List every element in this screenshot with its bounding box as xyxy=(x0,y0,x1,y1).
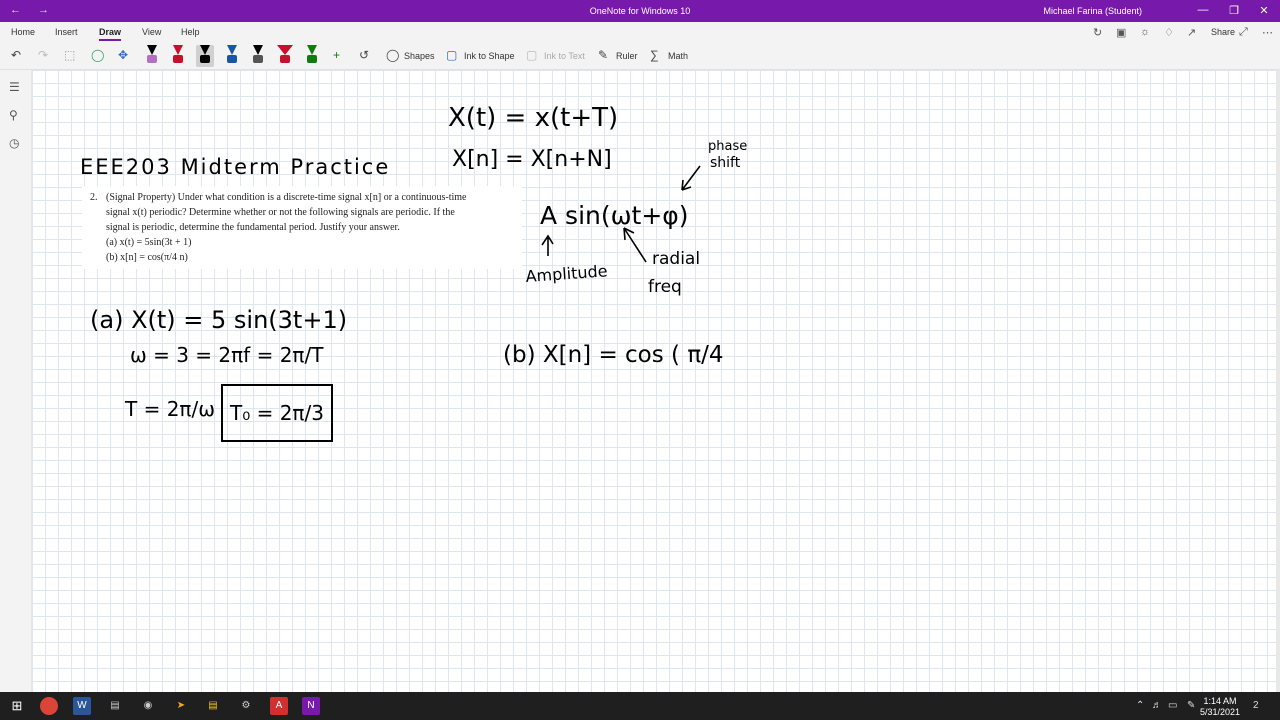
pencil-icon[interactable] xyxy=(251,45,265,67)
user-name[interactable]: Michael Farina (Student) xyxy=(1043,6,1142,16)
tab-insert[interactable]: Insert xyxy=(55,27,78,37)
draw-toolbar: ↶ ↷ ⬚ ◯ ✥ + ↺ ◯ Shapes ▢ Ink to Shape ▢ … xyxy=(0,42,1280,70)
highlighter-pen-icon[interactable] xyxy=(145,45,159,67)
search-icon[interactable]: ⚲ xyxy=(9,108,18,122)
redo-icon[interactable]: ↷ xyxy=(38,48,48,62)
tab-draw[interactable]: Draw xyxy=(99,27,122,41)
more-icon[interactable]: ⋯ xyxy=(1262,26,1273,39)
lightbulb-icon[interactable]: ☼ xyxy=(1140,26,1150,38)
ink-to-shape-icon[interactable]: ▢ xyxy=(446,48,457,62)
problem-part-a: (a) x(t) = 5sin(3t + 1) xyxy=(106,237,192,248)
pen-tray-icon[interactable]: ✎ xyxy=(1187,700,1195,711)
lasso-select-icon[interactable]: ⬚ xyxy=(64,48,75,62)
green-pen-icon[interactable] xyxy=(305,45,319,67)
add-space-icon[interactable]: ✥ xyxy=(118,48,128,62)
onenote-icon[interactable]: N xyxy=(302,697,320,715)
problem-part-b: (b) x[n] = cos(π/4 n) xyxy=(106,252,188,263)
notebooks-icon[interactable]: ☰ xyxy=(9,80,20,94)
app-icon[interactable]: ◉ xyxy=(139,697,157,715)
notepad-icon[interactable]: ▤ xyxy=(106,697,124,715)
share-icon[interactable]: ↗ xyxy=(1187,26,1196,39)
blue-pen-icon[interactable] xyxy=(225,45,239,67)
notebook-icon[interactable]: ▣ xyxy=(1116,26,1126,39)
file-explorer-icon[interactable]: ▤ xyxy=(204,697,222,715)
clock-date: 5/31/2021 xyxy=(1199,707,1240,717)
math-button[interactable]: Math xyxy=(668,51,688,61)
vertical-scrollbar[interactable] xyxy=(1276,70,1280,692)
ink-to-text-icon[interactable]: ▢ xyxy=(526,48,537,62)
expand-icon[interactable]: ⤢ xyxy=(1239,26,1248,39)
add-pen-icon[interactable]: + xyxy=(333,48,340,62)
problem-statement: 2. (Signal Property) Under what conditio… xyxy=(82,186,522,269)
ribbon-tabs: Home Insert Draw View Help ↻ ▣ ☼ ♢ ↗ Sha… xyxy=(0,22,1280,42)
windows-start-icon[interactable]: ⊞ xyxy=(8,697,26,715)
share-button[interactable]: Share xyxy=(1211,27,1235,37)
sync-icon[interactable]: ↻ xyxy=(1093,26,1102,39)
windows-taskbar: ⊞ W ▤ ◉ ➤ ▤ ⚙ A N ⌃ ♬ ▭ ✎ 1:14 AM 5/31/2… xyxy=(0,692,1280,720)
clock-time: 1:14 AM xyxy=(1203,696,1237,706)
undo-icon[interactable]: ↶ xyxy=(11,48,21,62)
clock[interactable]: 1:14 AM 5/31/2021 xyxy=(1200,696,1240,718)
ink-to-text-button[interactable]: Ink to Text xyxy=(544,51,585,61)
ruler-button[interactable]: Ruler xyxy=(616,51,638,61)
pen-color-swatch xyxy=(147,55,157,63)
acrobat-icon[interactable]: A xyxy=(270,697,288,715)
tab-help[interactable]: Help xyxy=(181,27,200,37)
problem-number: 2. xyxy=(90,192,98,203)
shapes-button[interactable]: Shapes xyxy=(404,51,435,61)
problem-line: signal is periodic, determine the fundam… xyxy=(106,222,400,233)
math-icon[interactable]: ∑ xyxy=(650,48,659,62)
recent-icon[interactable]: ◷ xyxy=(9,136,19,150)
restore-icon[interactable]: ❐ xyxy=(1224,4,1244,17)
tray-chevron-icon[interactable]: ⌃ xyxy=(1136,700,1144,711)
bell-icon[interactable]: ♢ xyxy=(1164,26,1174,39)
eraser-icon[interactable]: ◯ xyxy=(91,48,104,62)
word-icon[interactable]: W xyxy=(73,697,91,715)
ink-to-shape-button[interactable]: Ink to Shape xyxy=(464,51,515,61)
vpn-icon[interactable]: ➤ xyxy=(172,697,190,715)
ink-replay-icon[interactable]: ↺ xyxy=(359,48,369,62)
close-icon[interactable]: ✕ xyxy=(1254,4,1274,17)
chrome-icon[interactable] xyxy=(40,697,58,715)
red-pen-icon[interactable] xyxy=(171,45,185,67)
volume-icon[interactable]: ♬ xyxy=(1152,700,1162,711)
display-icon[interactable]: ▭ xyxy=(1168,700,1177,711)
settings-icon[interactable]: ⚙ xyxy=(237,697,255,715)
navigation-sidebar: ☰ ⚲ ◷ xyxy=(0,70,32,692)
black-pen-icon[interactable] xyxy=(196,45,214,67)
title-bar: ← → OneNote for Windows 10 Michael Farin… xyxy=(0,0,1280,22)
note-canvas[interactable] xyxy=(32,70,1280,692)
problem-line: (Signal Property) Under what condition i… xyxy=(106,192,467,203)
tab-home[interactable]: Home xyxy=(11,27,35,37)
red-highlighter-icon[interactable] xyxy=(276,45,294,67)
minimize-icon[interactable]: — xyxy=(1193,4,1213,16)
tab-view[interactable]: View xyxy=(142,27,161,37)
ruler-icon[interactable]: ✎ xyxy=(598,48,608,62)
shapes-icon[interactable]: ◯ xyxy=(386,48,399,62)
notification-count[interactable]: 2 xyxy=(1253,700,1259,711)
problem-line: signal x(t) periodic? Determine whether … xyxy=(106,207,455,218)
